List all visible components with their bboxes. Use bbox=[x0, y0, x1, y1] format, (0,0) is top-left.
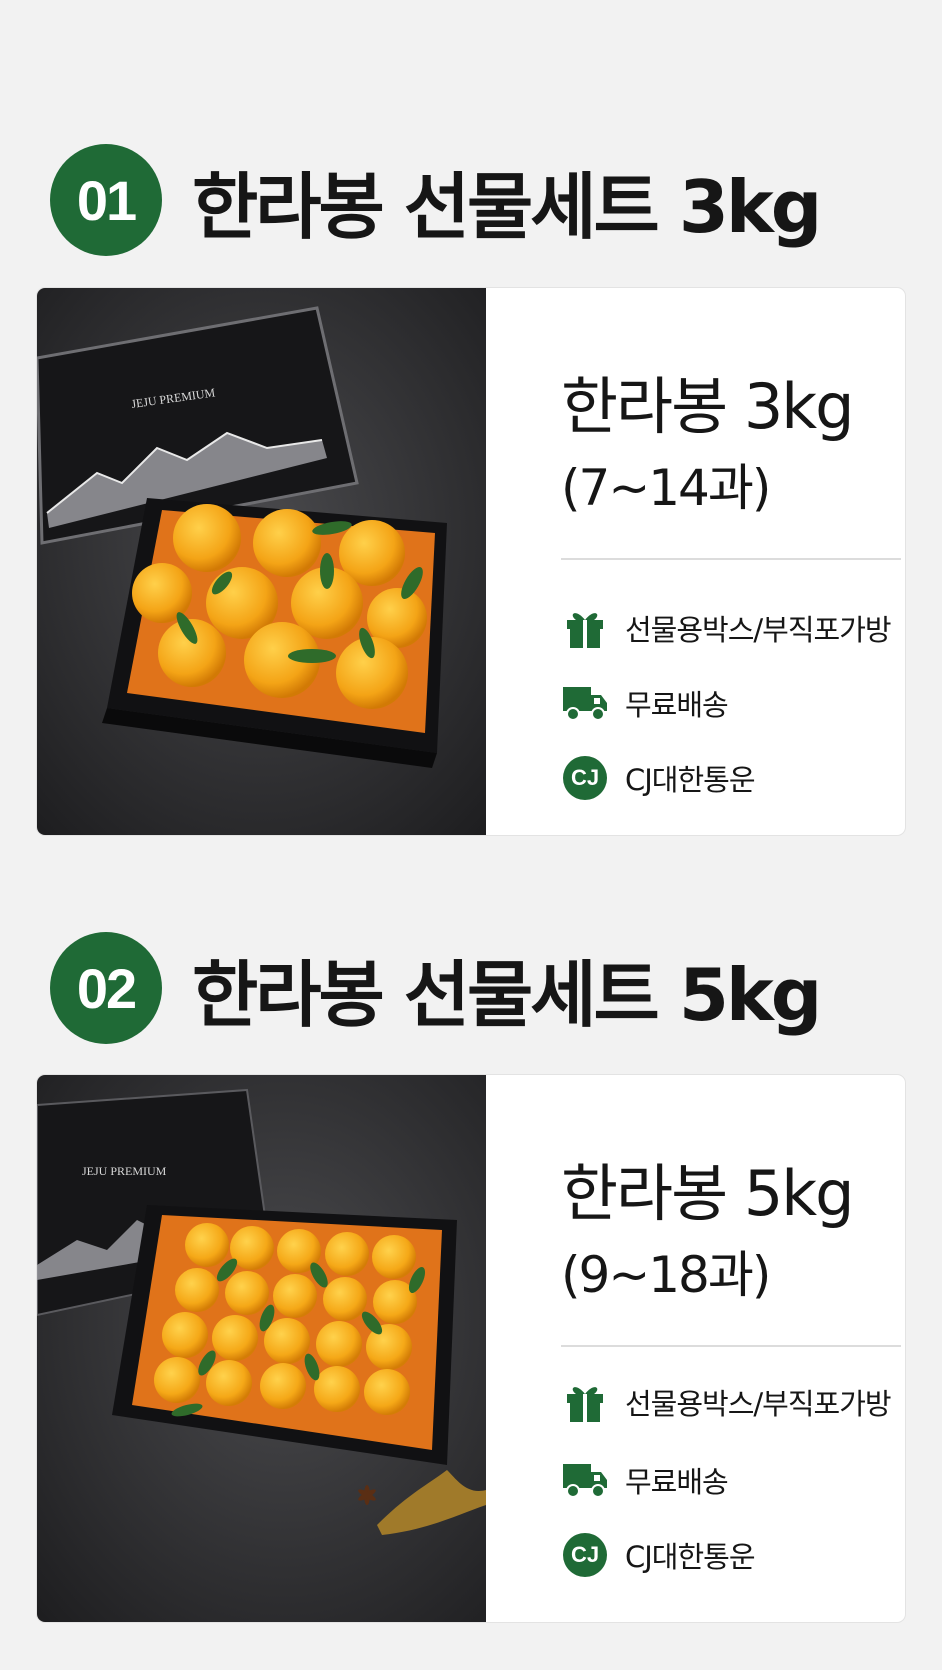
product-info: 한라봉 5kg (9~18과) 선물용박스/부직포가방 무료배송 CJ CJ대한… bbox=[486, 1075, 905, 1622]
feature-gift-box: 선물용박스/부직포가방 bbox=[561, 1377, 892, 1427]
section-title: 한라봉 선물세트 3kg bbox=[192, 164, 822, 249]
feature-label: 선물용박스/부직포가방 bbox=[625, 613, 892, 647]
divider bbox=[561, 558, 901, 560]
product-card-3kg[interactable]: JEJU PREMIUM 한라봉 3kg (7~14과) 선물용박스/부직포가방… bbox=[37, 288, 905, 835]
fruit-count: (9~18과) bbox=[561, 1246, 771, 1304]
feature-label: 무료배송 bbox=[625, 688, 729, 722]
feature-courier: CJ CJ대한통운 bbox=[561, 753, 756, 803]
feature-free-shipping: 무료배송 bbox=[561, 678, 729, 728]
section-title: 한라봉 선물세트 5kg bbox=[192, 952, 822, 1037]
product-name: 한라봉 5kg bbox=[561, 1157, 855, 1230]
number-badge: 01 bbox=[50, 144, 162, 256]
gift-icon bbox=[561, 1378, 609, 1426]
delivery-truck-icon bbox=[561, 1456, 609, 1504]
number-badge: 02 bbox=[50, 932, 162, 1044]
cj-logo-icon: CJ bbox=[563, 1533, 607, 1577]
feature-label: 무료배송 bbox=[625, 1465, 729, 1499]
fruit-count: (7~14과) bbox=[561, 459, 771, 517]
product-card-5kg[interactable]: JEJU PREMIUM 한라봉 5kg (9~18과) 선물용박스/부직포가방… bbox=[37, 1075, 905, 1622]
delivery-truck-icon bbox=[561, 679, 609, 727]
box-label: JEJU PREMIUM bbox=[82, 1164, 167, 1178]
feature-label: CJ대한통운 bbox=[625, 1540, 756, 1574]
feature-free-shipping: 무료배송 bbox=[561, 1455, 729, 1505]
divider bbox=[561, 1345, 901, 1347]
section-header-1: 01 한라봉 선물세트 3kg bbox=[50, 140, 822, 260]
gift-box-image: JEJU PREMIUM bbox=[37, 1075, 486, 1622]
product-name: 한라봉 3kg bbox=[561, 370, 855, 443]
product-photo: JEJU PREMIUM bbox=[37, 1075, 486, 1622]
section-header-2: 02 한라봉 선물세트 5kg bbox=[50, 928, 822, 1048]
gift-box-image: JEJU PREMIUM bbox=[37, 288, 486, 835]
product-info: 한라봉 3kg (7~14과) 선물용박스/부직포가방 무료배송 CJ CJ대한… bbox=[486, 288, 905, 835]
feature-courier: CJ CJ대한통운 bbox=[561, 1530, 756, 1580]
gift-icon bbox=[561, 604, 609, 652]
cj-logo-icon: CJ bbox=[563, 756, 607, 800]
feature-label: 선물용박스/부직포가방 bbox=[625, 1387, 892, 1421]
product-photo: JEJU PREMIUM bbox=[37, 288, 486, 835]
feature-gift-box: 선물용박스/부직포가방 bbox=[561, 603, 892, 653]
feature-label: CJ대한통운 bbox=[625, 763, 756, 797]
